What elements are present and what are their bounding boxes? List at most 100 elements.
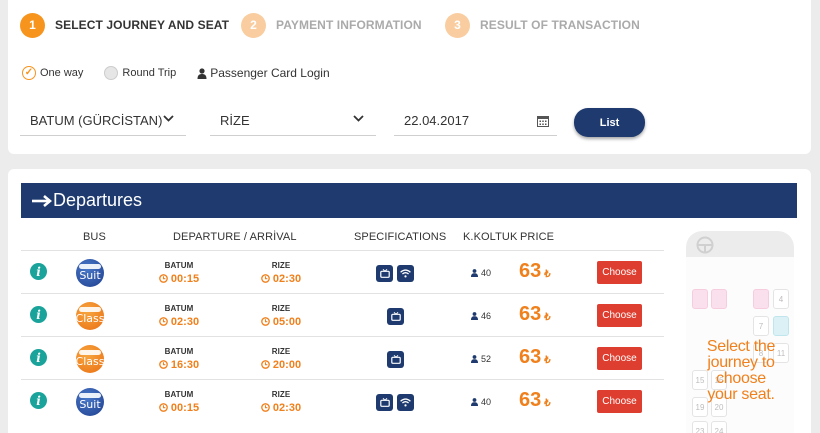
booking-panel: 1 SELECT JOURNEY AND SEAT 2 PAYMENT INFO…	[8, 0, 811, 154]
step-label: PAYMENT INFORMATION	[276, 18, 422, 32]
calendar-icon[interactable]	[537, 115, 549, 127]
origin-select[interactable]: BATUM (GÜRCİSTAN)	[20, 106, 186, 136]
price-value: 63	[519, 303, 542, 325]
step-label: SELECT JOURNEY AND SEAT	[55, 18, 230, 32]
choose-button[interactable]: Choose	[597, 390, 642, 413]
tv-icon	[387, 308, 404, 325]
user-icon	[471, 312, 478, 320]
available-seats: 52	[471, 354, 491, 364]
one-way-radio[interactable]: ✓	[22, 66, 36, 80]
user-icon	[471, 355, 478, 363]
departure-time: 00:15	[170, 272, 200, 285]
check-icon: ✓	[24, 67, 34, 78]
seat-count: 52	[481, 354, 492, 364]
user-icon	[471, 269, 478, 277]
currency-symbol: ₺	[544, 269, 551, 280]
column-header-price: PRICE	[520, 231, 555, 243]
clock-icon	[261, 403, 270, 412]
step-number: 1	[20, 12, 45, 38]
currency-symbol: ₺	[544, 312, 551, 323]
passenger-card-login-label: Passenger Card Login	[210, 66, 330, 80]
step-payment: 2 PAYMENT INFORMATION	[241, 12, 422, 38]
price: 63 ₺	[519, 389, 551, 412]
trip-type-row: ✓ One way Round Trip Passenger Card Logi…	[22, 66, 330, 80]
clock-icon	[261, 317, 270, 326]
seat: 7	[753, 316, 769, 336]
round-trip-option[interactable]: Round Trip	[104, 66, 176, 80]
list-button[interactable]: List	[574, 108, 645, 137]
arrival-time: 02:30	[272, 401, 302, 414]
departure-stop: BATUM 00:15	[149, 261, 209, 288]
bus-class-logo: Class	[76, 302, 104, 330]
table-row: i Class BATUM 02:30 RIZE 05:00 46 63 ₺ Ch…	[21, 293, 664, 336]
tv-icon	[376, 265, 393, 282]
departure-time-wrap: 00:15	[159, 273, 199, 285]
clock-icon	[159, 403, 168, 412]
departure-stop: BATUM 16:30	[149, 347, 209, 374]
column-header-departure-arrival: DEPARTURE / ARRİVAL	[173, 231, 297, 243]
round-trip-radio[interactable]	[104, 66, 119, 80]
step-number: 3	[445, 12, 470, 38]
arrival-city: RIZE	[271, 261, 291, 270]
departures-header: Departures	[21, 183, 797, 218]
clock-icon	[159, 274, 168, 283]
price: 63 ₺	[519, 260, 551, 283]
price-value: 63	[519, 346, 542, 368]
bus-class-logo: Suit	[76, 259, 104, 287]
info-icon[interactable]: i	[30, 263, 47, 280]
arrival-city: RIZE	[271, 390, 291, 399]
arrival-stop: RIZE 20:00	[251, 347, 311, 374]
price-value: 63	[519, 389, 542, 411]
destination-select[interactable]: RİZE	[210, 106, 376, 136]
step-result: 3 RESULT OF TRANSACTION	[445, 12, 640, 38]
seat-count: 40	[481, 397, 492, 407]
passenger-card-login-link[interactable]: Passenger Card Login	[197, 66, 330, 80]
clock-icon	[261, 360, 270, 369]
column-header-seats: K.KOLTUK	[463, 231, 518, 243]
arrival-time: 05:00	[272, 315, 302, 328]
info-icon[interactable]: i	[30, 349, 47, 366]
available-seats: 40	[471, 268, 491, 278]
arrival-city: RIZE	[271, 347, 291, 356]
destination-value: RİZE	[220, 113, 250, 128]
currency-symbol: ₺	[544, 355, 551, 366]
departure-city: BATUM	[164, 261, 194, 270]
select-journey-message: Select the journey to choose your seat.	[706, 338, 776, 403]
one-way-option[interactable]: ✓ One way	[22, 66, 83, 80]
seat-count: 40	[481, 268, 492, 278]
chevron-down-icon	[163, 115, 174, 122]
arrow-right-icon	[32, 194, 52, 207]
choose-button[interactable]: Choose	[597, 347, 642, 370]
choose-button[interactable]: Choose	[597, 304, 642, 327]
departure-time: 16:30	[170, 358, 200, 371]
arrival-stop: RIZE 02:30	[251, 390, 311, 417]
info-icon[interactable]: i	[30, 392, 47, 409]
departure-time: 00:15	[170, 401, 200, 414]
date-input[interactable]: 22.04.2017	[394, 106, 557, 136]
seat-occupied-icon	[773, 316, 789, 336]
table-row: i Suit BATUM 00:15 RIZE 02:30 40 63 ₺ Cho…	[21, 379, 664, 422]
wifi-icon	[397, 394, 414, 411]
choose-button[interactable]: Choose	[597, 261, 642, 284]
departure-time: 02:30	[170, 315, 200, 328]
chevron-down-icon	[353, 115, 364, 122]
info-icon[interactable]: i	[30, 306, 47, 323]
clock-icon	[261, 274, 270, 283]
departure-stop: BATUM 00:15	[149, 390, 209, 417]
departure-time-wrap: 00:15	[159, 402, 199, 414]
departure-time-wrap: 02:30	[159, 316, 199, 328]
currency-symbol: ₺	[544, 398, 551, 409]
bus-front	[686, 231, 794, 257]
arrival-stop: RIZE 02:30	[251, 261, 311, 288]
table-row: i Suit BATUM 00:15 RIZE 02:30 40 63 ₺ Cho…	[21, 250, 664, 293]
departure-city: BATUM	[164, 347, 194, 356]
departure-city: BATUM	[164, 390, 194, 399]
one-way-label: One way	[40, 67, 84, 79]
seat-occupied-icon	[692, 289, 708, 309]
arrival-stop: RIZE 05:00	[251, 304, 311, 331]
arrival-time-wrap: 02:30	[261, 402, 301, 414]
wifi-icon	[397, 265, 414, 282]
departure-stop: BATUM 02:30	[149, 304, 209, 331]
seat-occupied-icon	[711, 289, 727, 309]
specifications	[376, 265, 418, 283]
